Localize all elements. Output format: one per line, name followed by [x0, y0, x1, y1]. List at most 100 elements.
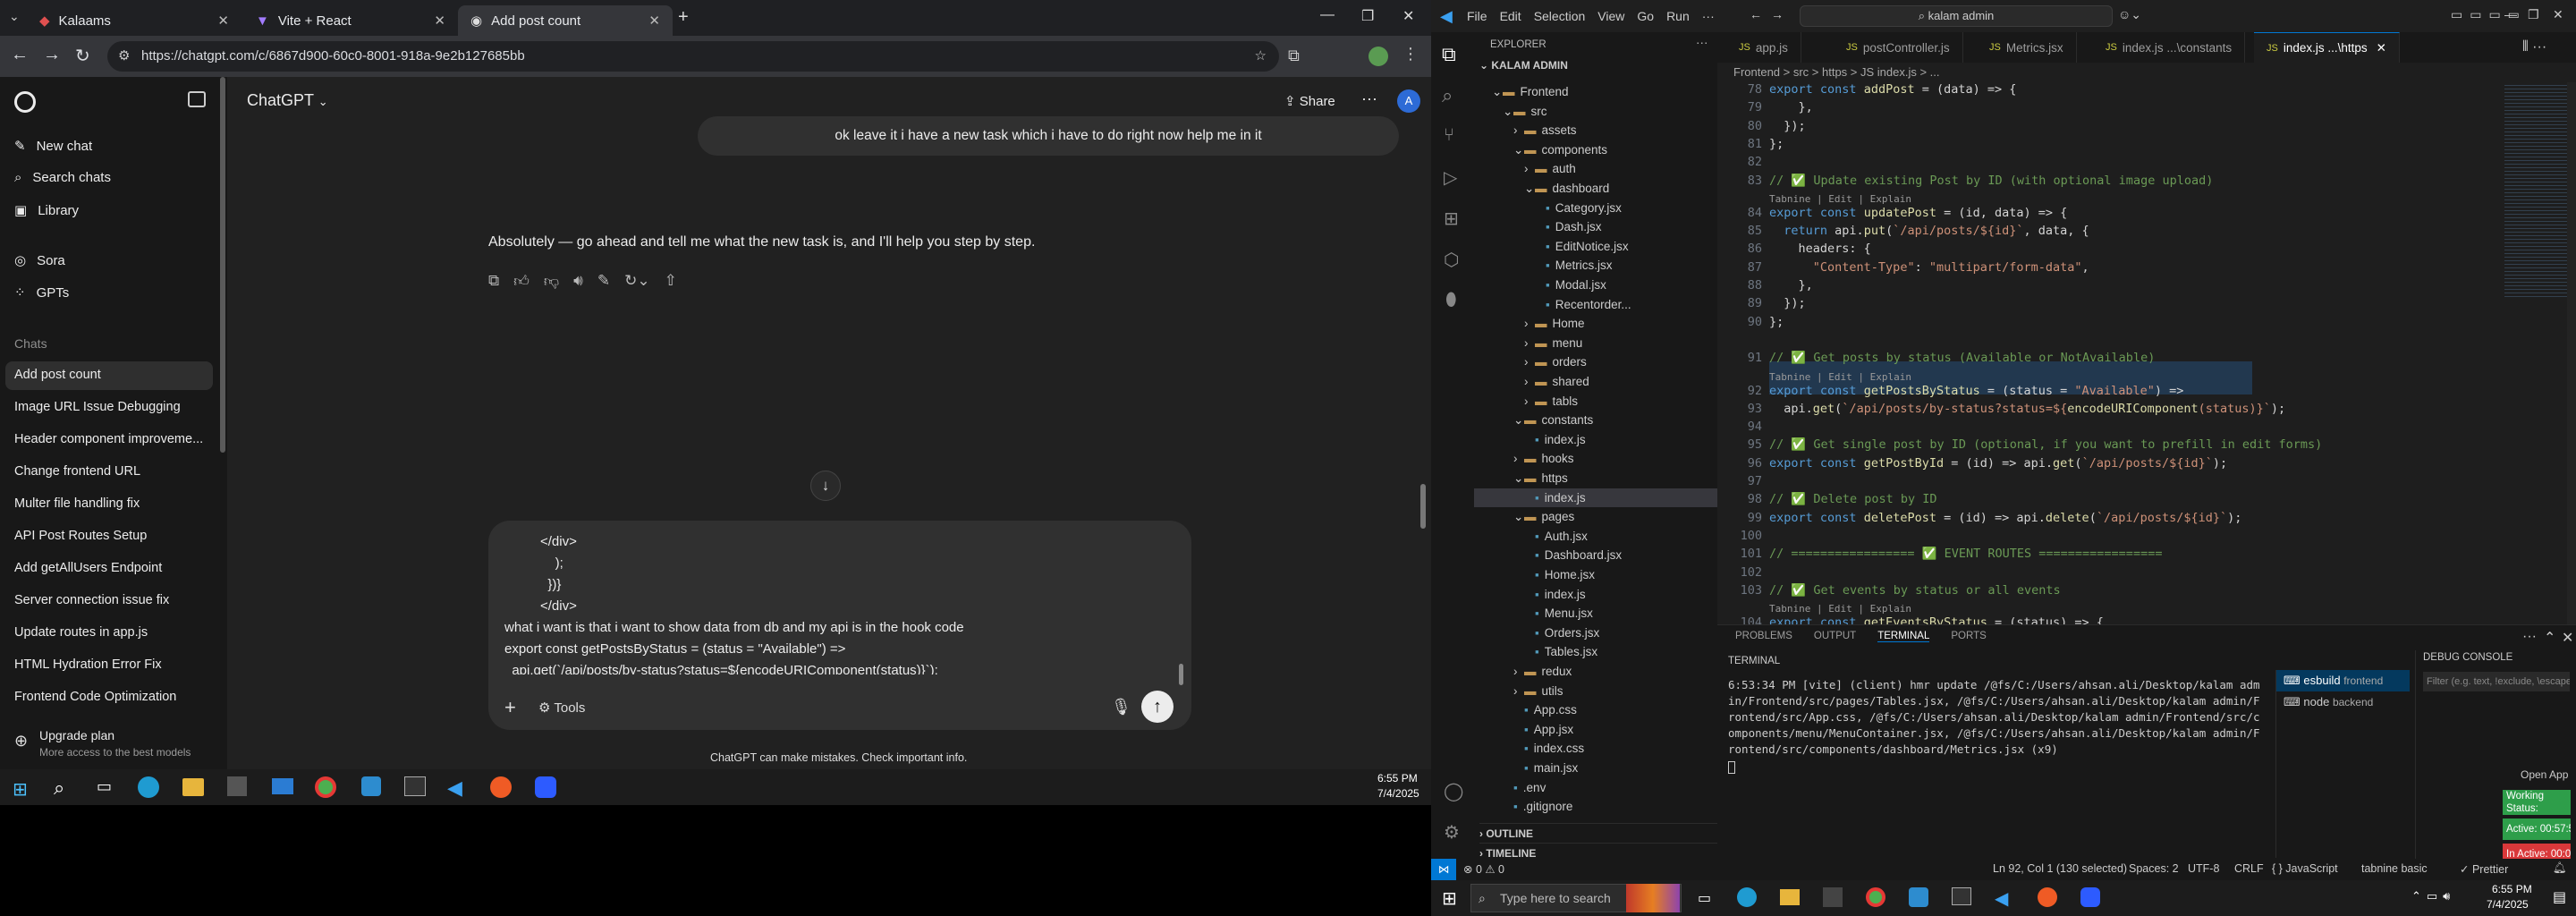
timeline-section[interactable]: › TIMELINE — [1479, 843, 1717, 860]
sidebar-scrollbar[interactable] — [220, 77, 225, 453]
terminal-icon[interactable] — [404, 776, 426, 796]
tree-folder[interactable]: ⌄▬ https — [1474, 469, 1717, 488]
tree-file[interactable]: ▪ Recentorder... — [1474, 295, 1717, 314]
upgrade-plan-title[interactable]: Upgrade plan — [39, 728, 114, 742]
regenerate-icon[interactable]: ↻⌄ — [624, 272, 650, 291]
notifications-icon[interactable]: 🔔︎ — [2553, 861, 2567, 875]
zoom-icon[interactable] — [2080, 887, 2100, 907]
tools-button[interactable]: ⚙ Tools — [538, 700, 585, 716]
explorer-more-icon[interactable]: ··· — [1696, 36, 1708, 49]
chat-list-item[interactable]: Image URL Issue Debugging — [14, 400, 181, 414]
chat-list-item[interactable]: Multer file handling fix — [14, 496, 140, 511]
remote-indicator[interactable]: ⋈ — [1431, 859, 1456, 880]
share-message-icon[interactable]: ⇧ — [665, 272, 677, 291]
clock-date[interactable]: 7/4/2025 — [2487, 898, 2529, 911]
minimap[interactable] — [2504, 82, 2567, 297]
chrome-icon[interactable] — [315, 776, 336, 798]
menu-item[interactable]: ··· — [1702, 9, 1715, 23]
extensions-icon[interactable]: ⊞ — [1444, 208, 1459, 230]
tree-file[interactable]: ▪ Orders.jsx — [1474, 623, 1717, 642]
close-tab-icon[interactable]: ✕ — [434, 13, 445, 29]
editor-tab[interactable]: JS Metrics.jsx — [1977, 32, 2077, 63]
workspace-root[interactable]: ⌄ KALAM ADMIN — [1479, 59, 1568, 72]
mail-icon[interactable] — [272, 778, 293, 794]
menu-item[interactable]: Edit — [1500, 9, 1521, 23]
bookmark-star-icon[interactable]: ☆ — [1255, 41, 1267, 72]
maximize-icon[interactable]: ❐ — [1361, 7, 1374, 25]
tree-folder[interactable]: › ▬ hooks — [1474, 449, 1717, 468]
notification-center-icon[interactable]: ▤ — [2553, 888, 2566, 906]
tree-folder[interactable]: › ▬ shared — [1474, 372, 1717, 391]
tree-folder[interactable]: › ▬ tabls — [1474, 392, 1717, 411]
search-icon[interactable]: ⌕ — [1442, 84, 1453, 107]
new-chat-button[interactable]: ✎ New chat — [14, 138, 92, 155]
back-icon[interactable]: ← — [11, 45, 29, 65]
profile-icon[interactable] — [1368, 47, 1388, 66]
command-center[interactable]: ⌕ kalam admin — [1800, 5, 2113, 27]
tree-folder[interactable]: › ▬ assets — [1474, 121, 1717, 140]
panel-close-icon[interactable]: ✕ — [2562, 629, 2573, 647]
share-button[interactable]: ⇪ Share — [1284, 93, 1335, 109]
minimize-icon[interactable]: — — [2504, 7, 2517, 21]
code-editor[interactable]: 78 export const addPost = (data) => {79 }… — [1717, 82, 2576, 648]
editor-tab[interactable]: JS index.js ...\https ✕ — [2254, 32, 2400, 63]
chat-list-item[interactable]: API Post Routes Setup — [14, 529, 147, 543]
terminal-output[interactable]: 6:53:34 PM [vite] (client) hmr update /@… — [1728, 677, 2261, 774]
tree-file[interactable]: ▪ index.css — [1474, 739, 1717, 758]
settings-gear-icon[interactable]: ⚙ — [1444, 821, 1460, 844]
search-highlight-icon[interactable] — [1626, 884, 1680, 912]
composer-input[interactable]: </div> ); })} </div> what i want is that i… — [504, 531, 1166, 674]
tree-folder[interactable]: › ▬ utils — [1474, 682, 1717, 700]
panel-tab[interactable]: PORTS — [1951, 631, 1986, 642]
tree-folder[interactable]: ⌄▬ Frontend — [1474, 82, 1717, 101]
mongodb-icon[interactable]: ⬮ — [1445, 290, 1457, 310]
composer[interactable]: </div> ); })} </div> what i want is that i… — [488, 521, 1191, 730]
maximize-icon[interactable]: ❐ — [2528, 7, 2539, 22]
menu-item[interactable]: Selection — [1534, 9, 1586, 23]
chat-list-item[interactable]: Header component improveme... — [14, 432, 203, 446]
forward-icon[interactable]: → — [1771, 7, 1784, 21]
tree-file[interactable]: ▪ .env — [1474, 778, 1717, 797]
edit-canvas-icon[interactable]: ✎ — [597, 272, 610, 291]
clock-date[interactable]: 7/4/2025 — [1377, 787, 1419, 800]
dev-app-icon[interactable] — [361, 776, 381, 796]
source-control-icon[interactable]: ⑂ — [1444, 125, 1454, 146]
address-bar[interactable]: ⚙ https://chatgpt.com/c/6867d900-60c0-80… — [107, 41, 1279, 72]
debug-filter-input[interactable]: Filter (e.g. text, !exclude, \escape) — [2423, 672, 2570, 691]
browser-menu-dots-icon[interactable]: ⋮ — [1402, 45, 1419, 64]
editor-tab[interactable]: JS app.js — [1726, 32, 1801, 63]
tree-file[interactable]: ▪ Menu.jsx — [1474, 604, 1717, 623]
tree-file[interactable]: ▪ main.jsx — [1474, 759, 1717, 777]
chat-list-item[interactable]: Add post count — [14, 368, 101, 382]
editor-breadcrumb[interactable]: Frontend > src > https > JS index.js > .… — [1717, 63, 2576, 82]
tabnine-open-app[interactable]: Open App — [2521, 768, 2568, 781]
chat-scrollbar[interactable] — [1420, 484, 1426, 529]
tree-file[interactable]: ▪ Auth.jsx — [1474, 527, 1717, 546]
code-lens[interactable]: Tabnine | Edit | Explain — [1769, 601, 1911, 615]
tree-folder[interactable]: ⌄▬ dashboard — [1474, 179, 1717, 198]
dev-app-icon[interactable] — [1909, 887, 1928, 907]
menu-item[interactable]: Run — [1666, 9, 1690, 23]
zoom-icon[interactable] — [535, 776, 556, 798]
postman-icon[interactable] — [490, 776, 512, 798]
indentation-status[interactable]: Spaces: 2 — [2129, 862, 2179, 875]
windows-start-icon[interactable]: ⊞ — [1442, 887, 1457, 910]
clock-time[interactable]: 6:55 PM — [2492, 883, 2532, 895]
close-tab-icon[interactable]: ✕ — [2377, 41, 2386, 55]
tree-file[interactable]: ▪ Dashboard.jsx — [1474, 546, 1717, 564]
extensions-icon[interactable]: ⧉ — [1288, 47, 1300, 65]
tree-folder[interactable]: ⌄▬ components — [1474, 140, 1717, 159]
tree-file[interactable]: ▪ Home.jsx — [1474, 565, 1717, 584]
openai-logo-icon[interactable] — [14, 91, 36, 113]
search-chats-button[interactable]: ⌕ Search chats — [14, 170, 111, 185]
reload-icon[interactable]: ↻ — [75, 45, 90, 67]
avatar[interactable]: A — [1397, 89, 1420, 113]
chrome-icon[interactable] — [1866, 887, 1885, 907]
store-icon[interactable] — [227, 776, 247, 796]
panel-more-icon[interactable]: ··· — [2522, 629, 2537, 645]
tree-folder[interactable]: › ▬ auth — [1474, 159, 1717, 178]
run-debug-icon[interactable]: ▷ — [1444, 166, 1457, 189]
tree-file[interactable]: ▪ Metrics.jsx — [1474, 256, 1717, 275]
close-window-icon[interactable]: ✕ — [2553, 7, 2563, 22]
windows-start-icon[interactable]: ⊞ — [13, 778, 28, 801]
